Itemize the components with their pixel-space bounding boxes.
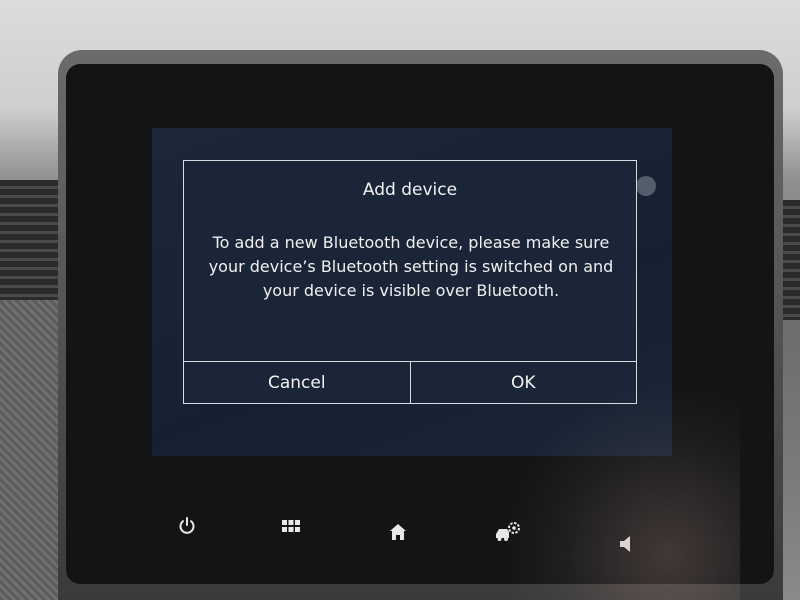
dialog-message-line: your device is visible over Bluetooth. [262,281,560,300]
car-dashboard-scene: Add device To add a new Bluetooth device… [0,0,800,600]
dialog-message-line: To add a new Bluetooth device, please ma… [212,233,610,252]
add-device-dialog: Add device To add a new Bluetooth device… [183,160,637,404]
home-icon[interactable] [384,518,412,546]
ok-button[interactable]: OK [411,362,637,403]
dialog-title: Add device [362,180,458,200]
power-icon[interactable] [173,512,201,540]
dialog-message: To add a new Bluetooth device, please ma… [194,231,628,303]
screen-glare [636,176,656,196]
apps-grid-icon[interactable] [277,512,305,540]
cancel-button[interactable]: Cancel [184,362,411,403]
dialog-button-row: Cancel OK [184,361,636,403]
volume-icon[interactable] [612,530,640,558]
dialog-message-line: your device’s Bluetooth setting is switc… [208,257,614,276]
bottom-nav-bar [152,506,652,556]
vehicle-settings-icon[interactable] [494,518,522,546]
